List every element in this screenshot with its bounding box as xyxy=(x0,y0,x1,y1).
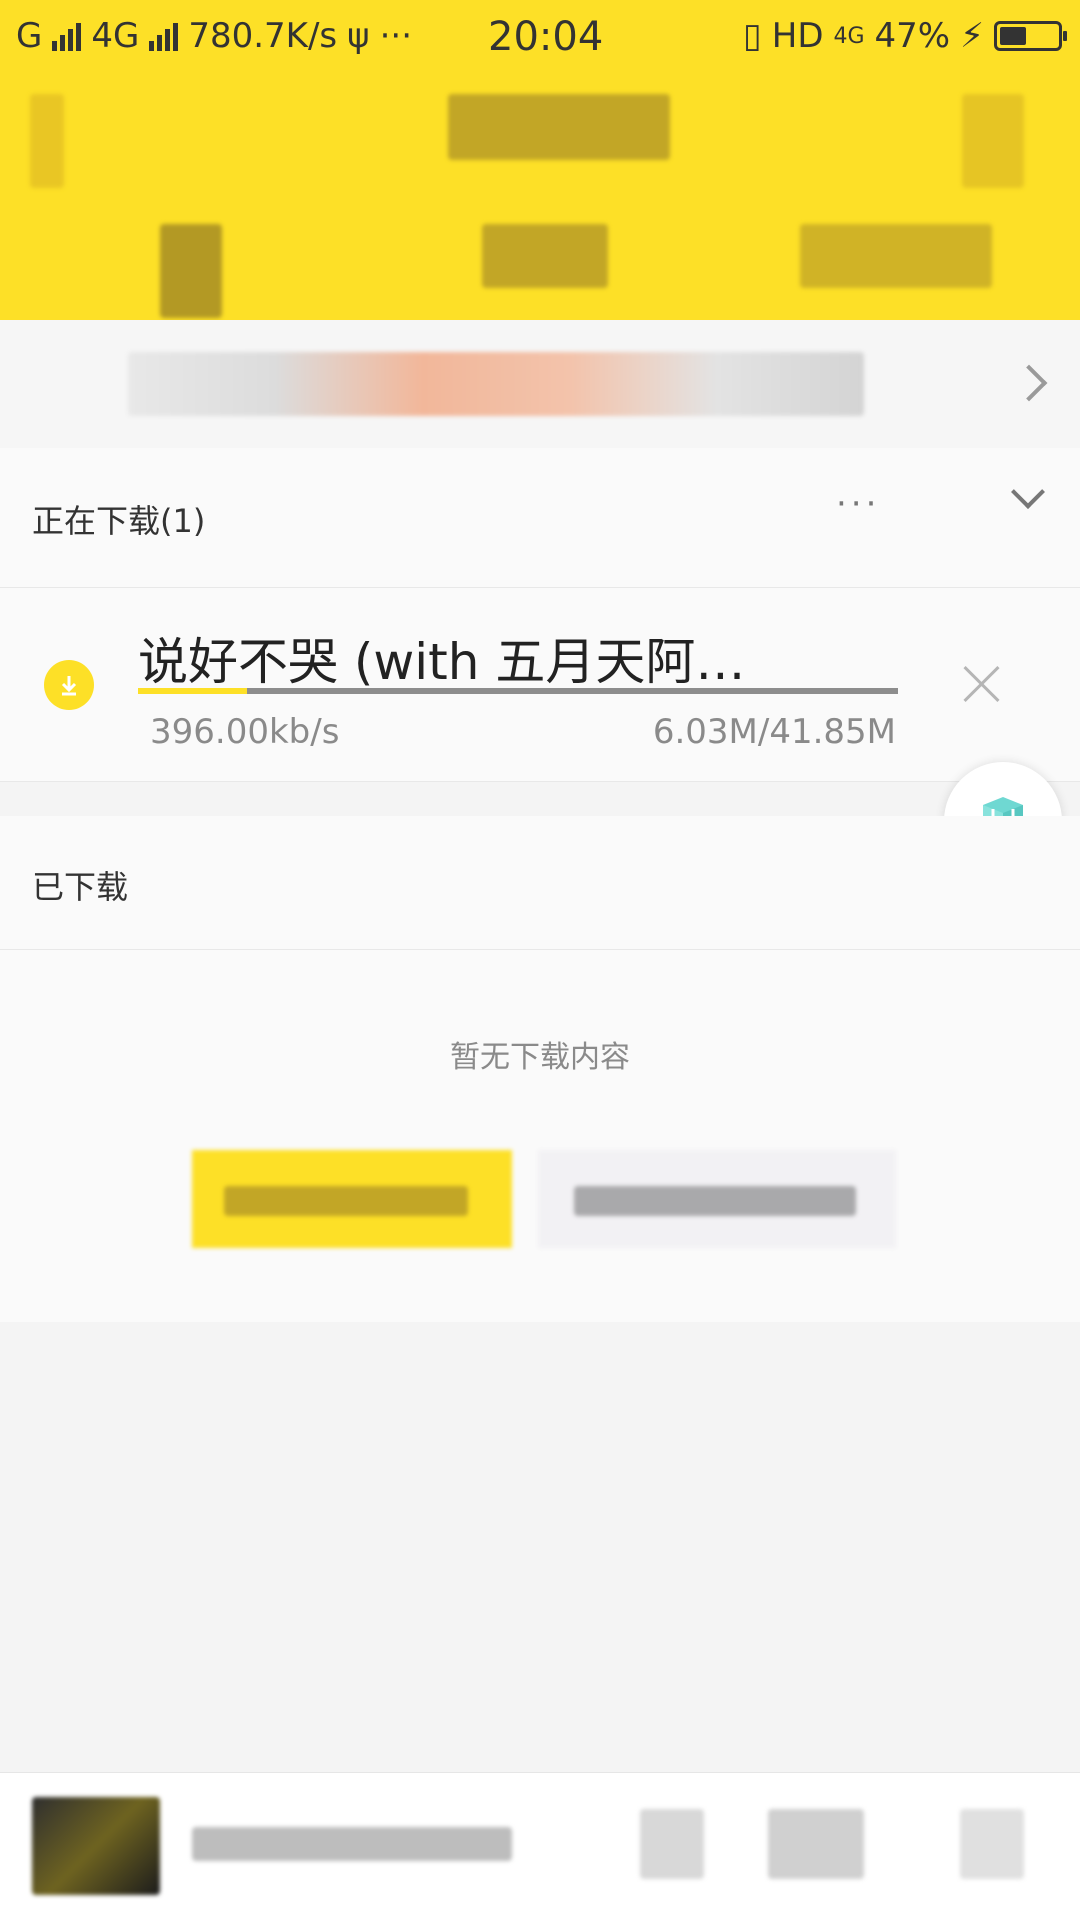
song-title: 说好不哭 (with 五月天阿… xyxy=(138,633,746,691)
progress-fill xyxy=(138,688,248,694)
download-arrow-icon xyxy=(44,660,94,710)
downloading-title: 正在下载(1) xyxy=(32,502,206,540)
downloaded-header: 已下载 xyxy=(0,816,1080,950)
play-button[interactable] xyxy=(640,1809,704,1879)
progress-bar xyxy=(138,688,898,694)
tab-3[interactable] xyxy=(800,224,992,288)
close-icon[interactable] xyxy=(962,664,1002,704)
downloaded-title: 已下载 xyxy=(32,868,129,906)
signal-icon xyxy=(52,21,82,51)
status-right: ▯ HD 4G 47% ⚡ xyxy=(743,16,1067,56)
chevron-down-icon[interactable] xyxy=(1011,475,1045,509)
header: G 4G 780.7K/s ψ ··· 20:04 ▯ HD 4G 47% ⚡ xyxy=(0,0,1080,320)
signal-icon-2 xyxy=(149,21,179,51)
status-bar: G 4G 780.7K/s ψ ··· 20:04 ▯ HD 4G 47% ⚡ xyxy=(0,0,1080,76)
battery-icon xyxy=(994,21,1067,51)
empty-area xyxy=(0,950,1080,1322)
downloading-header: 正在下载(1) ··· xyxy=(0,448,1080,588)
battery-percent: 47% xyxy=(874,16,951,56)
status-left: G 4G 780.7K/s ψ ··· xyxy=(16,16,412,56)
back-button[interactable] xyxy=(30,94,64,188)
promo-pixelated xyxy=(128,352,864,416)
network-label: 4G xyxy=(91,16,140,56)
empty-actions xyxy=(192,1150,896,1248)
usb-icon: ψ xyxy=(347,16,370,56)
net-speed: 780.7K/s xyxy=(188,16,338,56)
hd-label: HD xyxy=(771,16,824,56)
secondary-action-label-pixelated xyxy=(574,1186,856,1216)
playlist-button[interactable] xyxy=(960,1809,1024,1879)
more-button[interactable]: ··· xyxy=(836,484,880,524)
tab-2[interactable] xyxy=(482,224,608,288)
clock: 20:04 xyxy=(488,14,604,60)
promo-row[interactable] xyxy=(0,320,1080,448)
download-size: 6.03M/41.85M xyxy=(652,712,896,752)
album-art[interactable] xyxy=(32,1797,160,1895)
primary-action-label-pixelated xyxy=(224,1186,468,1216)
network-label-2: 4G xyxy=(833,23,865,49)
more-status: ··· xyxy=(379,16,413,56)
tab-1[interactable] xyxy=(160,224,222,318)
chevron-right-icon xyxy=(1010,364,1048,402)
mini-player[interactable] xyxy=(0,1772,1080,1920)
download-page: G 4G 780.7K/s ψ ··· 20:04 ▯ HD 4G 47% ⚡ xyxy=(0,0,1080,1920)
menu-button[interactable] xyxy=(962,94,1024,188)
carrier-label: G xyxy=(16,16,43,56)
next-button[interactable] xyxy=(768,1809,864,1879)
empty-message: 暂无下载内容 xyxy=(450,1040,630,1075)
page-title-pixelated xyxy=(448,94,670,160)
player-track-pixelated xyxy=(192,1827,512,1861)
charging-icon: ⚡ xyxy=(960,16,984,56)
download-speed: 396.00kb/s xyxy=(150,712,340,752)
vibrate-icon: ▯ xyxy=(743,16,762,56)
